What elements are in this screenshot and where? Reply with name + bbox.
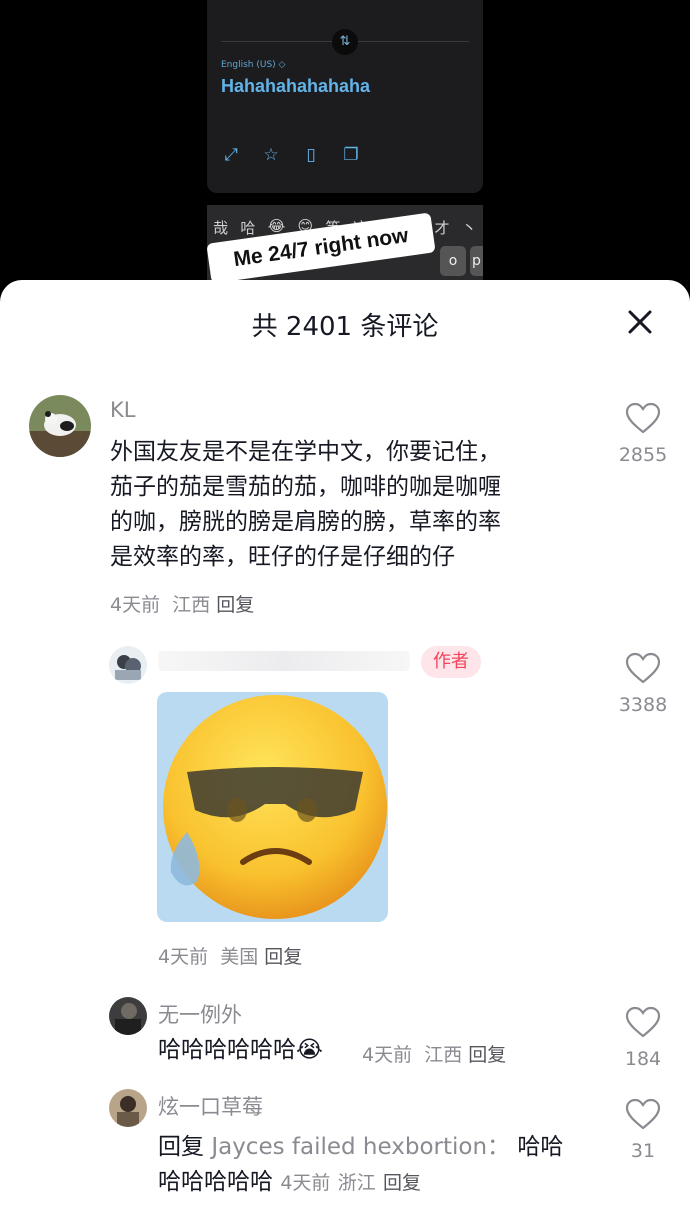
comment-text-content: 哈哈哈哈哈: [158, 1169, 273, 1195]
like-count: 3388: [618, 694, 668, 716]
heart-icon[interactable]: [625, 402, 661, 434]
emoji-sticker[interactable]: [157, 692, 388, 922]
candidate: 哉: [213, 219, 229, 237]
keyboard-key: o: [440, 246, 466, 276]
comment-line: 茄子的茄是雪茄的茄，咖啡的咖是咖喱: [110, 474, 501, 500]
reply-button[interactable]: 回复: [468, 1044, 506, 1066]
comment-location: 江西: [172, 594, 211, 616]
star-icon: ☆: [263, 145, 279, 165]
heart-icon[interactable]: [625, 1006, 661, 1038]
comment-text: 哈哈哈哈哈哈😭: [158, 1033, 323, 1068]
expand-icon: ⤢: [224, 145, 238, 165]
reply-button[interactable]: 回复: [264, 946, 302, 968]
translated-text: Hahahahahahaha: [221, 76, 371, 96]
comment-text-content: 哈哈: [517, 1134, 564, 1160]
swap-language-icon: ⇅: [332, 29, 358, 55]
comment-location: 浙江: [337, 1172, 376, 1194]
crying-sunglasses-emoji-icon: [163, 695, 387, 919]
like-control[interactable]: 31: [608, 1098, 678, 1162]
reply-target-user[interactable]: Jayces failed hexbortion：: [211, 1134, 510, 1160]
comment-time: 4天前: [110, 594, 161, 616]
redacted-username: [158, 651, 410, 671]
comment-time: 4天前: [158, 946, 209, 968]
avatar[interactable]: [109, 646, 147, 684]
reply-button[interactable]: 回复: [216, 594, 254, 616]
comments-title: 共 2401 条评论: [251, 312, 439, 342]
like-control[interactable]: 3388: [608, 652, 678, 716]
comment-location: 美国: [220, 946, 259, 968]
heart-icon[interactable]: [625, 1098, 661, 1130]
comment-time: 4天前: [362, 1044, 413, 1066]
book-icon: ▯: [306, 145, 316, 165]
comment-username[interactable]: 无一例外: [158, 999, 242, 1029]
comment-time: 4天前: [280, 1172, 331, 1194]
comment-username[interactable]: 炫一口草莓: [158, 1091, 263, 1121]
translate-tools: ⤢ ☆ ▯ ❐: [221, 145, 361, 165]
video-frame[interactable]: ⇅ English (US) ◇ Hahahahahahaha ⤢ ☆ ▯ ❐ …: [0, 0, 690, 300]
crying-emoji-icon: 😭: [296, 1037, 323, 1063]
like-count: 184: [624, 1048, 662, 1070]
copy-icon: ❐: [343, 145, 359, 165]
avatar[interactable]: [109, 1089, 147, 1127]
comment-username[interactable]: KL: [110, 398, 135, 422]
candidate: 哈: [240, 219, 256, 237]
comment-line: 的咖，膀胱的膀是肩膀的膀，草率的率: [110, 509, 501, 535]
comment-text: 回复 Jayces failed hexbortion： 哈哈 哈哈哈哈哈 4天…: [158, 1130, 598, 1201]
comment-meta: 4天前 江西 回复: [110, 590, 254, 617]
comment-meta: 4天前 江西 回复: [362, 1040, 506, 1067]
heart-icon[interactable]: [625, 652, 661, 684]
like-control[interactable]: 2855: [608, 402, 678, 466]
avatar[interactable]: [109, 997, 147, 1035]
comments-sheet: 共 2401 条评论 KL 外国友友是不是在学中文，你要记住， 茄子的茄是雪茄的…: [0, 280, 690, 1222]
keyboard-key: p: [470, 246, 483, 276]
avatar[interactable]: [29, 395, 91, 457]
comment-meta: 4天前 美国 回复: [158, 942, 302, 969]
comment-text: 外国友友是不是在学中文，你要记住， 茄子的茄是雪茄的茄，咖啡的咖是咖喱 的咖，膀…: [110, 435, 590, 575]
candidate: 丶: [461, 219, 477, 237]
comment-line: 外国友友是不是在学中文，你要记住，: [110, 439, 501, 465]
author-badge: 作者: [421, 646, 481, 678]
like-count: 31: [630, 1140, 656, 1162]
reply-button[interactable]: 回复: [383, 1172, 421, 1194]
comment-location: 江西: [424, 1044, 463, 1066]
comment-line: 是效率的率，旺仔的仔是仔细的仔: [110, 544, 455, 570]
candidate: 才: [434, 219, 450, 237]
language-label: English (US) ◇: [221, 60, 286, 70]
reply-prefix: 回复: [158, 1134, 204, 1160]
close-icon[interactable]: [622, 304, 658, 340]
comment-text-content: 哈哈哈哈哈哈: [158, 1037, 296, 1063]
like-count: 2855: [618, 444, 668, 466]
translate-card: ⇅ English (US) ◇ Hahahahahahaha ⤢ ☆ ▯ ❐: [207, 0, 483, 193]
like-control[interactable]: 184: [608, 1006, 678, 1070]
